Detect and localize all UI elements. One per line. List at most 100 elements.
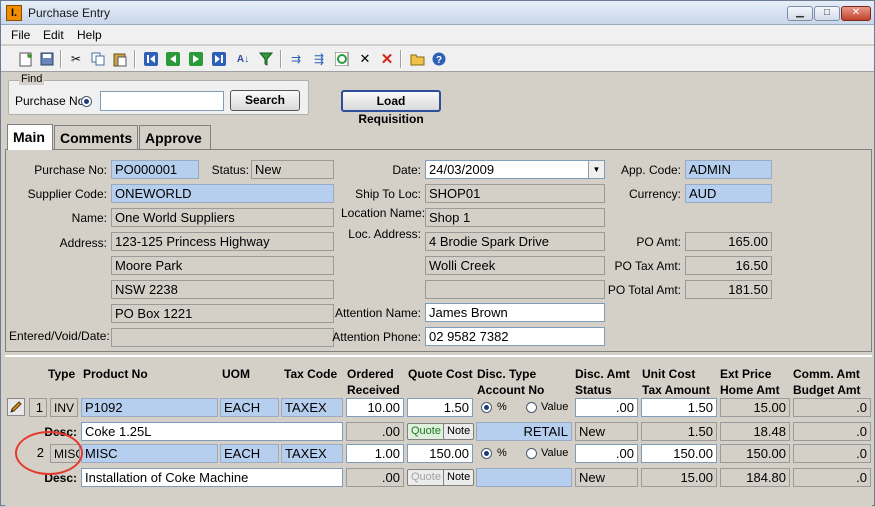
purchase-no-radio[interactable] (81, 96, 92, 107)
po-total-amt-field: 181.50 (685, 280, 772, 299)
tab-comments[interactable]: Comments (54, 125, 138, 149)
row-2-tax-code[interactable]: TAXEX (281, 444, 343, 463)
col-tax-code: Tax Code (284, 367, 338, 381)
attention-name-label: Attention Name: (334, 306, 421, 320)
currency-label: Currency: (628, 187, 681, 201)
search-button[interactable]: Search (230, 90, 300, 111)
row-1-product-no[interactable]: P1092 (81, 398, 218, 417)
address-label: Address: (59, 236, 107, 250)
open-folder-icon[interactable] (408, 50, 426, 68)
clear-icon[interactable]: ✕ (356, 50, 374, 68)
app-code-label: App. Code: (620, 163, 681, 177)
row-2-percent-label: % (497, 447, 507, 459)
cut-icon[interactable]: ✂ (67, 50, 85, 68)
supplier-code-field[interactable]: ONEWORLD (111, 184, 334, 203)
row-1-note-button[interactable]: Note (443, 423, 475, 440)
row-2-ext-price: 150.00 (720, 444, 790, 463)
indent-icon[interactable]: ⇉ (287, 50, 305, 68)
save-icon[interactable] (38, 50, 56, 68)
menu-file[interactable]: File (11, 28, 30, 42)
row-2-disc-amt[interactable]: .00 (575, 444, 638, 463)
address-line-3: NSW 2238 (111, 280, 334, 299)
row-1-ordered[interactable]: 10.00 (346, 398, 404, 417)
col-quote-cost: Quote Cost (408, 367, 473, 381)
address-line-1: 123-125 Princess Highway (111, 232, 334, 251)
date-picker[interactable]: 24/03/2009 ▼ (425, 160, 605, 179)
row-1-quote-button[interactable]: Quote (407, 423, 445, 440)
app-code-field[interactable]: ADMIN (685, 160, 772, 179)
last-record-icon[interactable] (210, 50, 228, 68)
row-1-disc-percent-radio[interactable] (481, 402, 492, 413)
copy-icon[interactable] (89, 50, 107, 68)
row-2-received: .00 (346, 468, 404, 487)
help-icon[interactable]: ? (430, 50, 448, 68)
row-2-home-amt: 184.80 (720, 468, 790, 487)
close-button[interactable]: ✕ (841, 6, 871, 21)
row-1-disc-amt[interactable]: .00 (575, 398, 638, 417)
po-tax-amt-field: 16.50 (685, 256, 772, 275)
find-legend: Find (19, 73, 45, 85)
location-name-label: Location Name: (341, 206, 426, 220)
window-title: Purchase Entry (28, 6, 111, 20)
col-status: Status (575, 383, 612, 397)
row-2-disc-percent-radio[interactable] (481, 448, 492, 459)
minimize-button[interactable]: ▁ (787, 6, 813, 21)
tab-main[interactable]: Main (7, 124, 53, 150)
row-1-disc-value-radio[interactable] (526, 402, 537, 413)
row-2-product-no[interactable]: MISC (81, 444, 218, 463)
outdent-icon[interactable]: ⇶ (310, 50, 328, 68)
paste-icon[interactable] (111, 50, 129, 68)
tab-approve[interactable]: Approve (139, 125, 211, 149)
row-2-comm-amt: .0 (793, 444, 871, 463)
pencil-edit-icon (7, 398, 25, 416)
po-total-amt-label: PO Total Amt: (607, 283, 681, 297)
maximize-button[interactable]: □ (814, 6, 840, 21)
row-2-account-no[interactable] (476, 468, 572, 487)
row-2-unit-cost[interactable]: 150.00 (641, 444, 717, 463)
row-1-home-amt: 18.48 (720, 422, 790, 441)
next-record-icon[interactable] (187, 50, 205, 68)
row-2-uom[interactable]: EACH (220, 444, 279, 463)
refresh-icon[interactable] (333, 50, 351, 68)
first-record-icon[interactable] (142, 50, 160, 68)
col-comm-amt: Comm. Amt (793, 367, 860, 381)
menu-edit[interactable]: Edit (43, 28, 64, 42)
row-1-description[interactable]: Coke 1.25L (81, 422, 343, 441)
row-1-line-no: 1 (29, 398, 47, 417)
address-line-2: Moore Park (111, 256, 334, 275)
filter-icon[interactable] (257, 50, 275, 68)
row-2-description[interactable]: Installation of Coke Machine (81, 468, 343, 487)
po-amt-label: PO Amt: (636, 235, 681, 249)
highlight-circle-annotation (15, 431, 83, 475)
loc-address-line-1: 4 Brodie Spark Drive (425, 232, 605, 251)
find-purchase-no-input[interactable] (100, 91, 224, 111)
row-1-account-no[interactable]: RETAIL (476, 422, 572, 441)
row-2-quote-cost[interactable]: 150.00 (407, 444, 473, 463)
row-2-quote-button[interactable]: Quote (407, 469, 445, 486)
sort-icon[interactable]: A↓ (234, 50, 252, 68)
entered-void-date-field (111, 328, 334, 347)
row-1-quote-cost[interactable]: 1.50 (407, 398, 473, 417)
prev-record-icon[interactable] (164, 50, 182, 68)
address-line-4: PO Box 1221 (111, 304, 334, 323)
row-1-ext-price: 15.00 (720, 398, 790, 417)
chevron-down-icon[interactable]: ▼ (588, 161, 604, 178)
row-1-unit-cost[interactable]: 1.50 (641, 398, 717, 417)
new-icon[interactable] (17, 50, 35, 68)
attention-name-input[interactable]: James Brown (425, 303, 605, 322)
po-amt-field: 165.00 (685, 232, 772, 251)
purchase-no-field[interactable]: PO000001 (111, 160, 199, 179)
row-2-disc-value-radio[interactable] (526, 448, 537, 459)
row-2-note-button[interactable]: Note (443, 469, 475, 486)
currency-field[interactable]: AUD (685, 184, 772, 203)
delete-icon[interactable]: ✕ (378, 50, 396, 68)
load-requisition-button[interactable]: Load Requisition (341, 90, 441, 126)
col-type: Type (48, 367, 76, 381)
row-1-uom[interactable]: EACH (220, 398, 279, 417)
menu-help[interactable]: Help (77, 28, 102, 42)
row-1-tax-code[interactable]: TAXEX (281, 398, 343, 417)
row-2-ordered[interactable]: 1.00 (346, 444, 404, 463)
supplier-code-label: Supplier Code: (27, 187, 107, 201)
loc-address-line-2: Wolli Creek (425, 256, 605, 275)
attention-phone-input[interactable]: 02 9582 7382 (425, 327, 605, 346)
